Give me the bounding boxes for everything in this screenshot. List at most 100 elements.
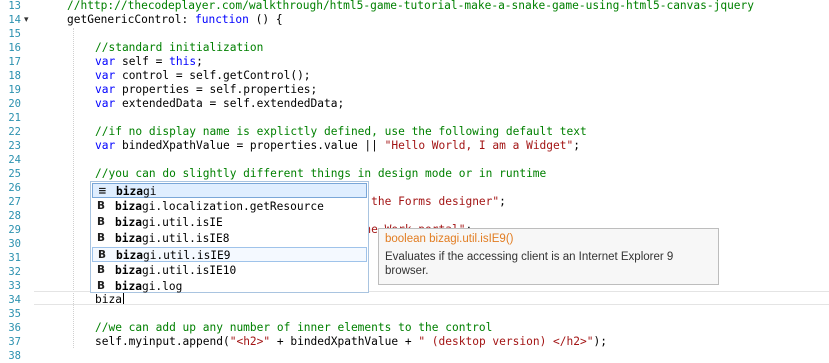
code-line[interactable]: 18 var control = self.getControl(); [0, 69, 829, 83]
code-line[interactable]: 20 var extendedData = self.extendedData; [0, 97, 829, 111]
code-line[interactable]: 22 //if no display name is explictly defi… [0, 125, 829, 139]
line-number: 28 [8, 210, 21, 222]
code-line[interactable]: 16 //standard initialization [0, 41, 829, 55]
code-text: var properties = self.properties; [95, 83, 317, 97]
line-number: 23 [8, 140, 21, 152]
line-number: 32 [8, 266, 21, 278]
bizagi-object-icon: B [98, 249, 107, 261]
code-text: var self = this; [95, 55, 203, 69]
line-number: 30 [8, 238, 21, 250]
code-line[interactable]: 25 //you can do slightly different things… [0, 167, 829, 181]
code-line[interactable]: 21 [0, 111, 829, 125]
autocomplete-match: biza [115, 200, 142, 213]
autocomplete-item-label: bizagi.log [115, 279, 182, 294]
code-token: function [194, 13, 249, 26]
code-token: var [95, 97, 116, 110]
autocomplete-match: biza [115, 280, 142, 293]
line-number: 29 [8, 224, 21, 236]
line-number: 26 [8, 182, 21, 194]
line-number: 22 [8, 126, 21, 138]
line-number: 19 [8, 84, 21, 96]
code-token: ); [593, 335, 607, 348]
autocomplete-item[interactable]: Bbizagi.util.isIE10 [92, 263, 367, 278]
code-token: "<h2>" [229, 335, 271, 348]
code-token: + bindedXpathValue + [270, 335, 419, 348]
code-token: extendedData = self.extendedData; [115, 97, 345, 110]
code-line[interactable]: 17 var self = this; [0, 55, 829, 69]
line-number: 34 [8, 294, 21, 306]
line-number: 36 [8, 322, 21, 334]
autocomplete-completion: gi [142, 185, 157, 198]
code-text: //http://thecodeplayer.com/walkthrough/h… [67, 0, 754, 13]
autocomplete-item[interactable]: Bbizagi.localization.getResource [92, 199, 367, 214]
autocomplete-match: biza [115, 216, 142, 229]
code-token: this [169, 55, 197, 68]
bizagi-object-icon: B [97, 264, 106, 276]
code-token: " (desktop version) </h2>" [418, 335, 594, 348]
line-number: 37 [8, 336, 21, 348]
code-line[interactable]: 14 ▾ getGenericControl: function () { [0, 13, 829, 27]
code-line[interactable]: 36 //we can add up any number of inner el… [0, 321, 829, 335]
autocomplete-item-label: bizagi.util.isIE8 [115, 231, 230, 246]
autocomplete-tooltip: boolean bizagi.util.isIE9() Evaluates if… [378, 228, 719, 285]
autocomplete-item[interactable]: Bbizagi.util.isIE9 [92, 247, 367, 262]
autocomplete-item-label: bizagi.util.isIE10 [115, 263, 236, 278]
autocomplete-match: biza [116, 249, 143, 262]
bizagi-object-icon: B [97, 280, 106, 292]
line-number: 20 [8, 98, 21, 110]
line-number: 24 [8, 154, 21, 166]
autocomplete-item[interactable]: Bbizagi.util.isIE8 [92, 231, 367, 246]
code-line[interactable]: 24 [0, 153, 829, 167]
code-token: control = self.getControl(); [115, 69, 311, 82]
code-token: var [95, 69, 116, 82]
autocomplete-popup[interactable]: ≡ bizagi Bbizagi.localization.getResource B… [90, 181, 369, 293]
bizagi-object-icon: B [97, 216, 106, 228]
namespace-icon: ≡ [98, 185, 107, 197]
code-token: bindedXpathValue = properties.value || [115, 139, 385, 152]
autocomplete-item-label: bizagi.util.isIE9 [116, 248, 231, 263]
autocomplete-item-label: bizagi.localization.getResource [115, 199, 324, 214]
line-number: 18 [8, 70, 21, 82]
code-token: //http://thecodeplayer.com/walkthrough/h… [67, 0, 755, 12]
code-line[interactable]: 23 var bindedXpathValue = properties.valu… [0, 139, 829, 153]
code-token: //if no display name is explictly define… [95, 125, 587, 138]
line-number: 14 [8, 14, 21, 26]
code-line[interactable]: 13 //http://thecodeplayer.com/walkthrough… [0, 0, 829, 13]
code-line[interactable]: 38 [0, 349, 829, 363]
code-token: var [95, 139, 116, 152]
code-text: self.myinput.append("<h2>" + bindedXpath… [95, 335, 607, 349]
code-token: self = [115, 55, 170, 68]
autocomplete-completion: gi.util.isIE8 [141, 232, 230, 245]
code-token: self.myinput.append( [95, 335, 230, 348]
code-token: ; [573, 139, 580, 152]
line-number: 35 [8, 308, 21, 320]
code-text: var bindedXpathValue = properties.value … [95, 139, 580, 153]
code-token: ; [196, 55, 203, 68]
code-line[interactable]: 37 self.myinput.append("<h2>" + bindedXpa… [0, 335, 829, 349]
code-token: //you can do slightly different things i… [95, 167, 547, 180]
line-number: 21 [8, 112, 21, 124]
tooltip-description: Evaluates if the accessing client is an … [385, 251, 674, 277]
autocomplete-completion: gi.util.isIE [141, 216, 223, 229]
autocomplete-match: biza [116, 185, 143, 198]
code-text: var control = self.getControl(); [95, 69, 311, 83]
autocomplete-item[interactable]: Bbizagi.log [92, 279, 367, 294]
code-line[interactable]: 35 [0, 307, 829, 321]
code-token: var [95, 83, 116, 96]
tooltip-signature: boolean bizagi.util.isIE9() [385, 233, 514, 245]
autocomplete-item[interactable]: ≡ bizagi [92, 183, 367, 198]
line-number: 38 [8, 350, 21, 362]
autocomplete-completion: gi.localization.getResource [141, 200, 324, 213]
fold-toggle-icon[interactable]: ▾ [24, 13, 29, 27]
autocomplete-item[interactable]: Bbizagi.util.isIE [92, 215, 367, 230]
text-caret [123, 293, 124, 304]
code-token: getGenericControl: [67, 13, 195, 26]
line-number: 33 [8, 280, 21, 292]
code-token: "Hello World, I am a Widget" [384, 139, 574, 152]
autocomplete-completion: gi.log [141, 280, 183, 293]
code-text: getGenericControl: function () { [67, 13, 283, 27]
code-token: //standard initialization [95, 41, 264, 54]
code-line[interactable]: 19 var properties = self.properties; [0, 83, 829, 97]
line-number: 27 [8, 196, 21, 208]
code-line[interactable]: 15 [0, 27, 829, 41]
